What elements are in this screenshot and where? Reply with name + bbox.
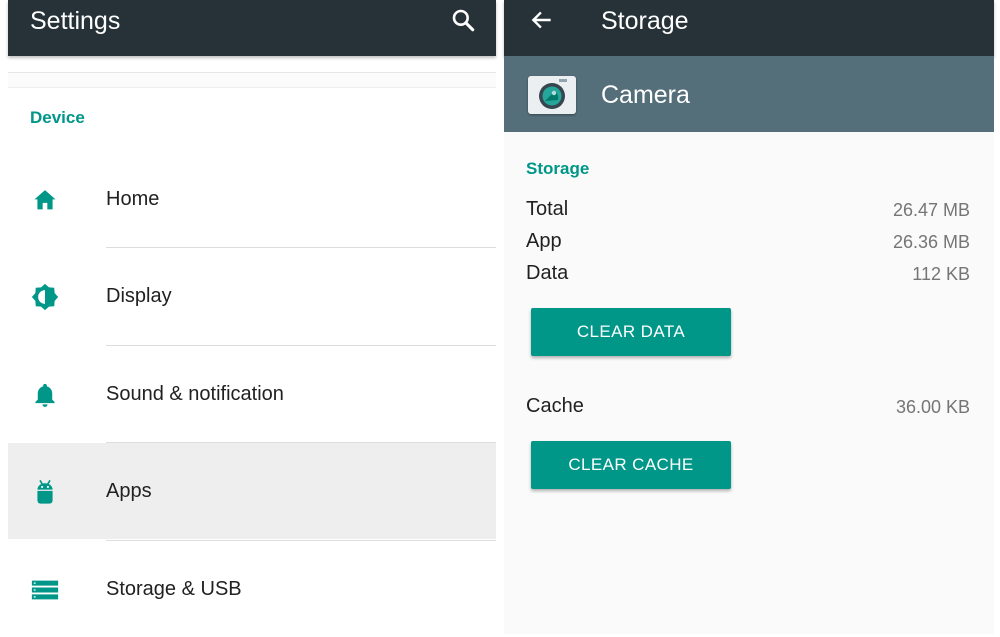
settings-app-bar: Settings: [8, 0, 496, 56]
settings-item-apps[interactable]: Apps: [8, 443, 496, 539]
bell-icon: [30, 380, 60, 410]
storage-row-app: App 26.36 MB: [526, 230, 970, 258]
clear-data-button[interactable]: CLEAR DATA: [531, 308, 731, 356]
back-button[interactable]: [524, 2, 560, 38]
storage-row-value: 26.47 MB: [892, 200, 970, 220]
storage-title: Storage: [601, 7, 689, 35]
settings-screen: Settings Device Home Display Sound & not…: [8, 0, 496, 634]
search-icon: [452, 9, 475, 32]
storage-row-label: Data: [526, 262, 569, 284]
settings-item-storage[interactable]: Storage & USB: [8, 541, 496, 637]
cache-value: 36.00 KB: [895, 397, 970, 417]
settings-item-display[interactable]: Display: [8, 248, 496, 344]
settings-item-label: Apps: [106, 480, 152, 502]
settings-item-sound[interactable]: Sound & notification: [8, 346, 496, 442]
search-button[interactable]: [445, 2, 481, 38]
storage-app-bar: Storage: [504, 0, 994, 56]
settings-item-label: Display: [106, 285, 172, 307]
home-icon: [30, 185, 60, 215]
app-storage-screen: Storage Camera Storage Total 26.47 MB Ap…: [504, 0, 994, 634]
storage-row-label: App: [526, 230, 562, 252]
settings-item-label: Sound & notification: [106, 383, 284, 405]
settings-item-label: Home: [106, 188, 160, 210]
brightness-icon: [30, 282, 60, 312]
storage-row-value: 112 KB: [912, 264, 970, 284]
android-icon: [30, 477, 60, 507]
app-name: Camera: [601, 81, 690, 109]
storage-row-label: Total: [526, 198, 569, 220]
clear-cache-button[interactable]: CLEAR CACHE: [531, 441, 731, 489]
storage-section-header: Storage: [526, 159, 590, 178]
cache-label: Cache: [526, 395, 584, 417]
settings-title: Settings: [30, 7, 121, 35]
settings-item-home[interactable]: Home: [8, 151, 496, 247]
storage-row-data: Data 112 KB: [526, 262, 970, 290]
storage-icon: [30, 575, 60, 605]
settings-item-label: Storage & USB: [106, 578, 242, 600]
storage-row-cache: Cache 36.00 KB: [526, 395, 970, 423]
storage-row-total: Total 26.47 MB: [526, 198, 970, 226]
back-arrow-icon: [531, 11, 551, 29]
device-section-header: Device: [30, 108, 85, 127]
storage-row-value: 26.36 MB: [892, 232, 970, 252]
camera-app-icon: [528, 76, 576, 114]
app-header: Camera: [504, 56, 994, 132]
list-top-divider: [8, 72, 496, 88]
